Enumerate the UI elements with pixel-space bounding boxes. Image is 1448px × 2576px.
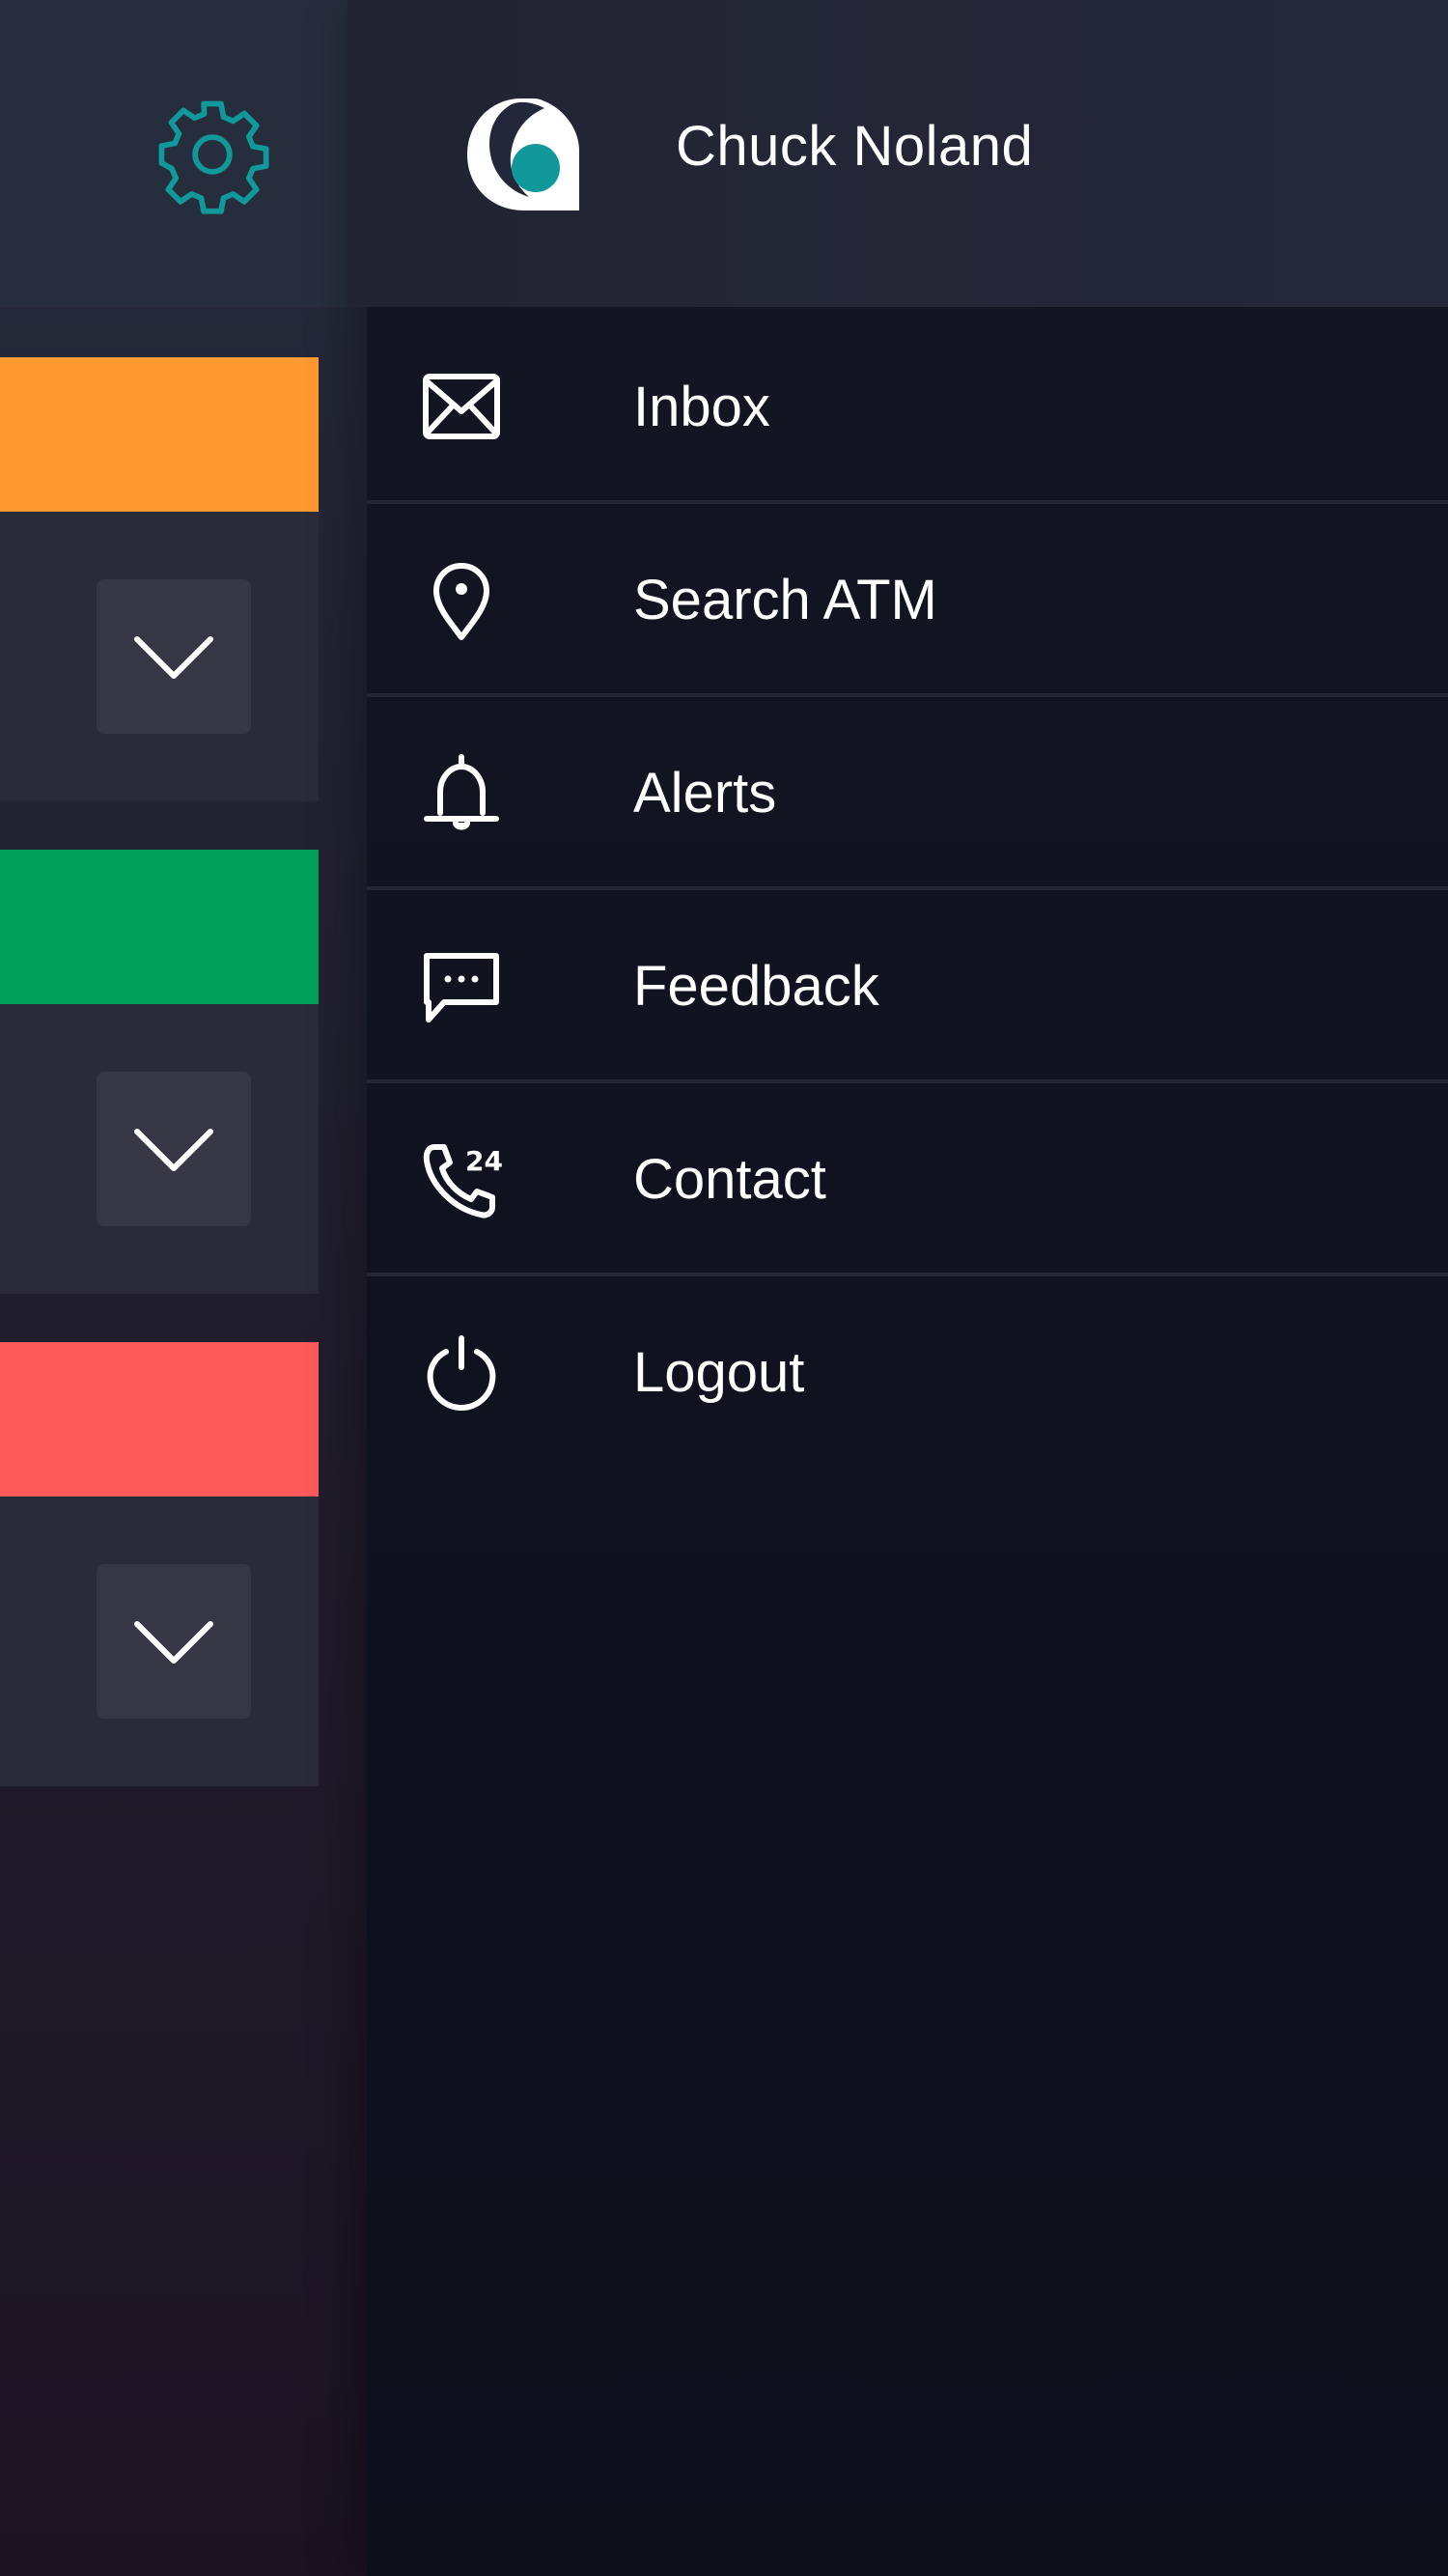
menu-label-search-atm: Search ATM	[633, 569, 937, 631]
menu-item-logout[interactable]: Logout	[367, 1274, 1448, 1466]
card-orange-header[interactable]	[0, 357, 319, 512]
menu-item-alerts[interactable]: Alerts	[367, 695, 1448, 886]
svg-text:24: 24	[465, 1145, 502, 1177]
expand-button-1[interactable]	[97, 579, 251, 734]
chevron-down-icon	[134, 1129, 213, 1171]
power-icon	[427, 1335, 496, 1412]
phone-24h-icon: 24	[423, 1144, 502, 1218]
chevron-down-icon	[134, 636, 213, 679]
user-name[interactable]: Chuck Noland	[676, 114, 1033, 179]
chat-bubble-icon	[424, 953, 499, 1022]
gear-icon[interactable]	[152, 94, 273, 215]
card-red-header[interactable]	[0, 1342, 319, 1497]
menu-item-inbox[interactable]: Inbox	[367, 309, 1448, 500]
menu-item-feedback[interactable]: Feedback	[367, 888, 1448, 1079]
menu-label-logout: Logout	[633, 1341, 805, 1404]
map-pin-icon	[433, 563, 489, 640]
envelope-icon	[423, 374, 500, 439]
card-green-header[interactable]	[0, 850, 319, 1004]
menu-label-alerts: Alerts	[633, 762, 777, 825]
menu-item-contact[interactable]: 24 Contact	[367, 1081, 1448, 1273]
bank-logo-icon	[467, 98, 579, 210]
chevron-down-icon	[134, 1621, 213, 1664]
expand-button-3[interactable]	[97, 1564, 251, 1719]
expand-button-2[interactable]	[97, 1072, 251, 1226]
menu-label-contact: Contact	[633, 1148, 826, 1211]
menu-label-inbox: Inbox	[633, 376, 770, 438]
menu-item-search-atm[interactable]: Search ATM	[367, 502, 1448, 693]
menu-label-feedback: Feedback	[633, 955, 879, 1018]
bell-icon	[424, 754, 499, 830]
